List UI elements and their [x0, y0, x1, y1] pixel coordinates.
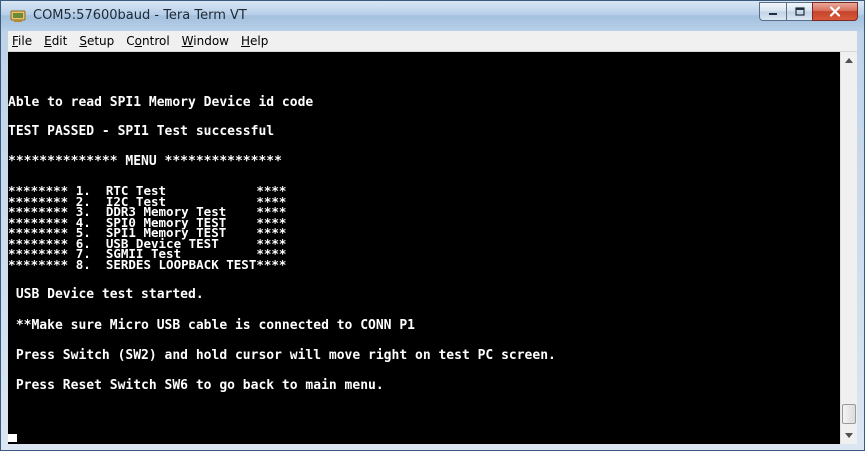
menu-edit[interactable]: Edit: [38, 34, 73, 48]
menu-window[interactable]: Window: [176, 34, 235, 48]
menu-file-label: ile: [18, 34, 33, 48]
menu-help[interactable]: Help: [235, 34, 274, 48]
menu-help-accel: H: [241, 34, 251, 48]
menu-setup[interactable]: Setup: [73, 34, 120, 48]
terminal-line-press-reset: Press Reset Switch SW6 to go back to mai…: [8, 378, 384, 393]
terminal-cursor: [8, 434, 17, 442]
menu-control-prefix: C: [126, 34, 135, 48]
menu-setup-accel: S: [79, 34, 87, 48]
scroll-down-arrow-icon: [845, 433, 853, 438]
scroll-up-arrow-icon: [845, 58, 853, 63]
menu-control-accel: o: [134, 34, 143, 48]
maximize-button[interactable]: [786, 2, 812, 21]
close-icon: [829, 6, 841, 17]
terminal-menu-item: ******** 8. SERDES LOOPBACK TEST****: [8, 256, 287, 272]
window-title: COM5:57600baud - Tera Term VT: [33, 8, 247, 23]
close-button[interactable]: [812, 2, 858, 21]
scrollbar-thumb[interactable]: [842, 404, 856, 424]
terminal-menu-header: ************** MENU ***************: [8, 154, 282, 169]
menu-setup-label: etup: [86, 34, 115, 48]
terminal-line-usb-started: USB Device test started.: [8, 287, 204, 302]
terminal-line-read-id: Able to read SPI1 Memory Device id code: [8, 95, 314, 110]
window-controls: [759, 2, 858, 22]
terminal-line-make-sure: **Make sure Micro USB cable is connected…: [8, 318, 415, 333]
tera-term-icon[interactable]: [10, 8, 26, 24]
menu-file[interactable]: File: [8, 34, 38, 48]
terminal-line-press-switch: Press Switch (SW2) and hold cursor will …: [8, 348, 556, 363]
menu-bar: File Edit Setup Control Window Help: [8, 31, 857, 52]
menu-edit-label: dit: [51, 34, 68, 48]
terminal-line-test-passed: TEST PASSED - SPI1 Test successful: [8, 124, 275, 139]
vertical-scrollbar[interactable]: [840, 52, 857, 444]
menu-edit-accel: E: [44, 34, 52, 48]
tera-term-window: COM5:57600baud - Tera Term VT File Edit …: [0, 0, 865, 451]
maximize-icon: [794, 7, 805, 16]
minimize-button[interactable]: [759, 2, 786, 21]
menu-window-label: indow: [193, 34, 229, 48]
minimize-icon: [769, 12, 777, 15]
scroll-down-button[interactable]: [841, 427, 857, 444]
menu-window-accel: W: [181, 34, 194, 48]
menu-help-label: elp: [250, 34, 269, 48]
menu-control[interactable]: Control: [120, 34, 175, 48]
menu-control-label: ntrol: [142, 34, 170, 48]
terminal-screen[interactable]: Able to read SPI1 Memory Device id code …: [8, 52, 840, 444]
title-bar[interactable]: COM5:57600baud - Tera Term VT: [1, 1, 864, 31]
terminal-menu-list: ******** 1. RTC Test **** ******** 2. I2…: [8, 185, 287, 272]
scroll-up-button[interactable]: [841, 52, 857, 69]
